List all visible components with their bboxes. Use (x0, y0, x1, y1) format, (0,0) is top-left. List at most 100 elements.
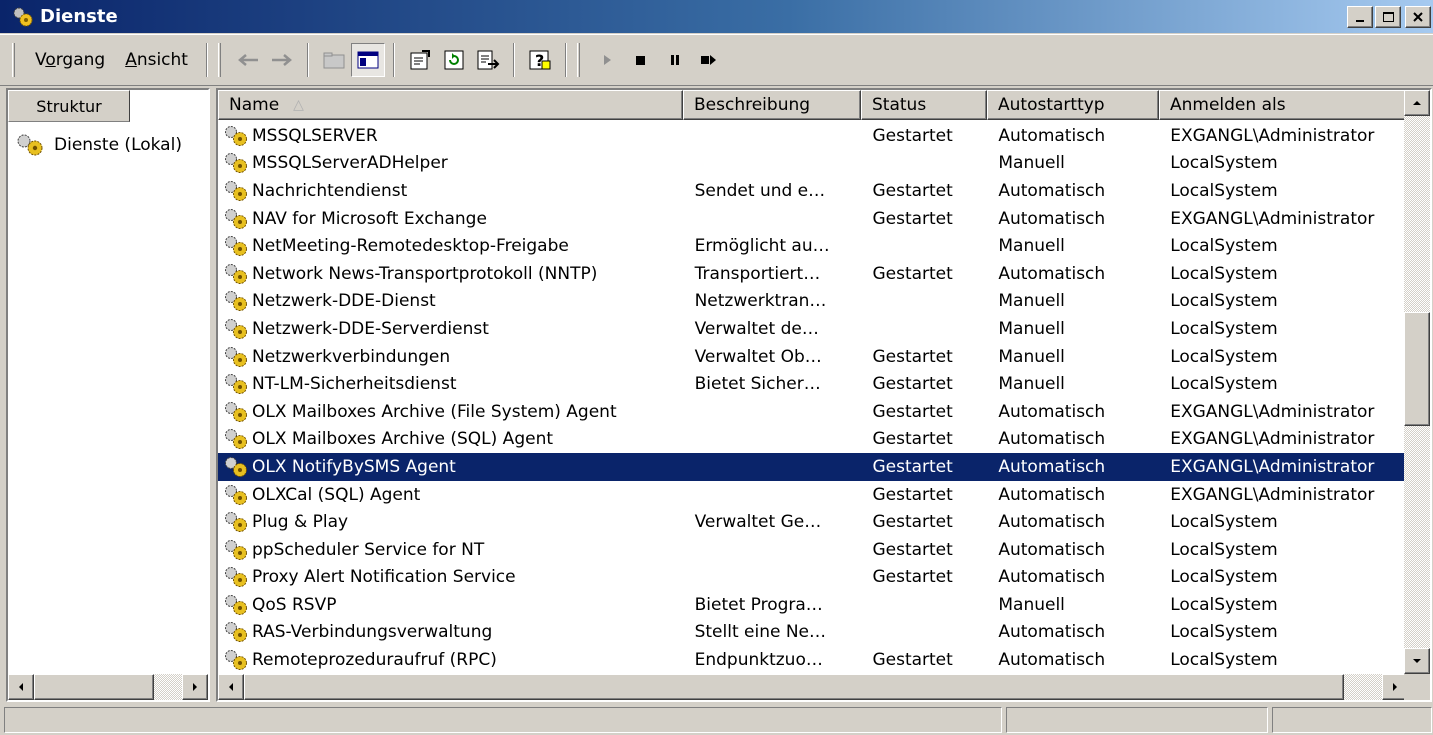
cell-logon-as: LocalSystem (1170, 650, 1278, 671)
export-list-button[interactable] (471, 43, 505, 77)
cell-startup-type: Automatisch (998, 208, 1106, 229)
table-row[interactable]: MSSQLSERVER Gestartet Automatisch EXGANGL\A… (218, 122, 1408, 150)
toolbar-grip[interactable] (217, 43, 221, 77)
forward-button[interactable] (265, 43, 299, 77)
cell-startup-type: Automatisch (998, 650, 1106, 671)
table-row[interactable]: Network News-Transportprotokoll (NNTP) Tr… (218, 260, 1408, 288)
service-name: OLXCal (SQL) Agent (252, 484, 421, 505)
tree-scroll-left-button[interactable] (8, 674, 34, 700)
minimize-icon (1356, 20, 1364, 22)
cell-status: Gestartet (872, 346, 953, 367)
scroll-down-button[interactable] (1404, 648, 1430, 674)
service-gear-icon (225, 456, 247, 477)
table-row[interactable]: QoS RSVP Bietet Progra… Manuell LocalSystem (218, 591, 1408, 619)
cell-logon-as: LocalSystem (1170, 318, 1278, 339)
table-row[interactable]: NAV for Microsoft Exchange Gestartet Autom… (218, 205, 1408, 233)
scroll-corner (1404, 674, 1430, 700)
table-row[interactable]: Netzwerk-DDE-Dienst Netzwerktran… Manuell L… (218, 288, 1408, 316)
up-folder-button[interactable] (317, 43, 351, 77)
close-button[interactable] (1405, 6, 1431, 28)
column-header-anmelden-als[interactable]: Anmelden als (1159, 90, 1408, 120)
tab-struktur-label: Struktur (36, 96, 102, 116)
toolbar-grip[interactable] (12, 43, 15, 77)
table-row[interactable]: Nachrichtendienst Sendet und e… Gestartet A… (218, 177, 1408, 205)
title-bar[interactable]: Dienste (0, 0, 1433, 33)
tree-scroll-track[interactable] (154, 674, 182, 700)
service-gear-icon (225, 236, 247, 257)
cell-logon-as: LocalSystem (1170, 263, 1278, 284)
show-hide-tree-button[interactable] (350, 43, 385, 77)
table-row[interactable]: OLX NotifyBySMS Agent Gestartet Automatisc… (218, 453, 1408, 481)
table-row[interactable]: Netzwerkverbindungen Verwaltet Ob… Gestart… (218, 343, 1408, 371)
tree-horizontal-scrollbar[interactable] (8, 674, 208, 700)
column-header-status[interactable]: Status (861, 90, 987, 120)
cell-status: Gestartet (872, 263, 953, 284)
table-row[interactable]: Proxy Alert Notification Service Gestarte… (218, 564, 1408, 592)
scroll-up-button[interactable] (1404, 90, 1430, 116)
services-list-pane: Name △ Beschreibung Status Autostarttyp … (216, 88, 1432, 702)
services-gear-icon (17, 134, 43, 156)
column-header-autostarttyp[interactable]: Autostarttyp (987, 90, 1159, 120)
maximize-button[interactable] (1375, 6, 1401, 28)
table-row[interactable]: OLX Mailboxes Archive (SQL) Agent Gestart… (218, 426, 1408, 454)
properties-button[interactable] (403, 43, 437, 77)
cell-startup-type: Manuell (998, 291, 1065, 312)
column-header-beschreibung[interactable]: Beschreibung (683, 90, 861, 120)
cell-startup-type: Manuell (998, 236, 1065, 257)
column-header-label: Autostarttyp (998, 95, 1105, 115)
scroll-left-button[interactable] (218, 674, 244, 700)
service-name: Netzwerk-DDE-Dienst (252, 291, 436, 312)
tab-struktur[interactable]: Struktur (8, 90, 130, 122)
toolbar-grip[interactable] (576, 43, 580, 77)
service-gear-icon (225, 650, 247, 671)
table-row[interactable]: ppScheduler Service for NT Gestartet Autom… (218, 536, 1408, 564)
cell-logon-as: EXGANGL\Administrator (1170, 208, 1375, 229)
table-row[interactable]: Plug & Play Verwaltet Ge… Gestartet Automat… (218, 508, 1408, 536)
sort-ascending-icon: △ (293, 97, 304, 113)
horizontal-scroll-track[interactable] (1344, 674, 1382, 700)
cell-status: Gestartet (872, 125, 953, 146)
minimize-button[interactable] (1347, 6, 1373, 28)
cell-logon-as: EXGANGL\Administrator (1170, 401, 1375, 422)
help-button[interactable]: ? (523, 43, 557, 77)
maximize-icon (1382, 12, 1394, 22)
list-vertical-scrollbar[interactable] (1404, 90, 1430, 674)
menu-vorgang[interactable]: Vorgang (25, 50, 115, 70)
restart-service-button[interactable] (692, 43, 726, 77)
table-row[interactable]: OLX Mailboxes Archive (File System) Agen… (218, 398, 1408, 426)
back-button[interactable] (231, 43, 265, 77)
start-service-button[interactable] (590, 43, 624, 77)
column-header-label: Beschreibung (694, 95, 811, 115)
table-row[interactable]: NetMeeting-Remotedesktop-Freigabe Ermögli… (218, 232, 1408, 260)
table-row[interactable]: OLXCal (SQL) Agent Gestartet Automatisch EX… (218, 481, 1408, 509)
scroll-thumb[interactable] (1404, 312, 1430, 426)
cell-logon-as: LocalSystem (1170, 346, 1278, 367)
cell-logon-as: EXGANGL\Administrator (1170, 125, 1375, 146)
tree-scroll-thumb[interactable] (34, 674, 154, 700)
service-name: NT-LM-Sicherheitsdienst (252, 374, 457, 395)
service-gear-icon (225, 539, 247, 560)
help-icon: ? (529, 50, 551, 70)
tree-node-dienste-lokal[interactable]: Dienste (Lokal) (14, 132, 182, 158)
table-row[interactable]: MSSQLServerADHelper Manuell LocalSystem (218, 150, 1408, 178)
cell-logon-as: LocalSystem (1170, 291, 1278, 312)
arrow-left-icon (19, 683, 23, 691)
table-row[interactable]: Netzwerk-DDE-Serverdienst Verwaltet de… Ma… (218, 315, 1408, 343)
stop-service-button[interactable] (624, 43, 658, 77)
table-row[interactable]: NT-LM-Sicherheitsdienst Bietet Sicher… Ges… (218, 370, 1408, 398)
table-row[interactable]: RAS-Verbindungsverwaltung Stellt eine Ne…… (218, 619, 1408, 647)
refresh-button[interactable] (437, 43, 471, 77)
cell-name: NetMeeting-Remotedesktop-Freigabe (218, 234, 683, 258)
tree-scroll-right-button[interactable] (182, 674, 208, 700)
horizontal-scroll-thumb[interactable] (244, 674, 1344, 700)
cell-name: Remoteprozeduraufruf (RPC) (218, 648, 683, 672)
cell-name: Netzwerkverbindungen (218, 345, 683, 369)
list-horizontal-scrollbar[interactable] (218, 674, 1408, 700)
cell-description: Netzwerktran… (694, 291, 827, 312)
menu-ansicht[interactable]: Ansicht (115, 50, 198, 70)
pause-service-button[interactable] (658, 43, 692, 77)
table-row[interactable]: Remoteprozeduraufruf (RPC) Endpunktzuo… Ge… (218, 646, 1408, 674)
cell-status: Gestartet (872, 539, 953, 560)
column-header-name[interactable]: Name △ (218, 90, 683, 120)
cell-description: Bietet Progra… (694, 594, 823, 615)
